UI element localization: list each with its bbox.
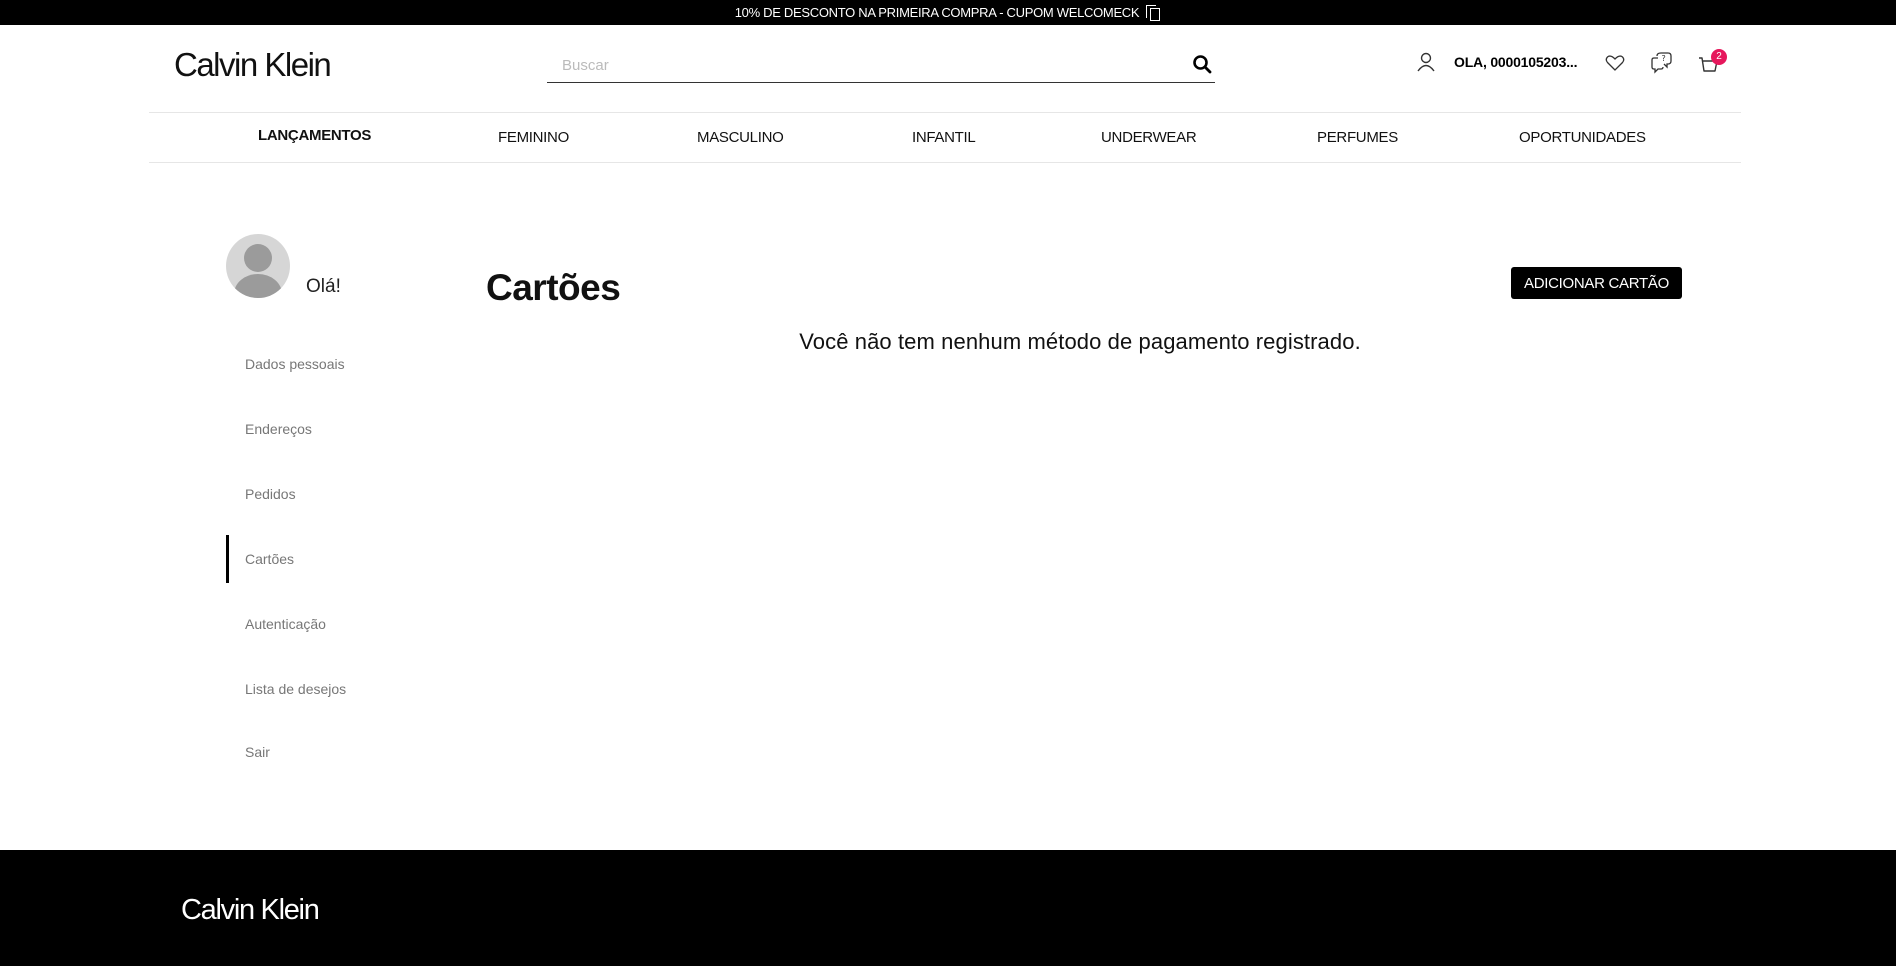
sidebar-greeting: Olá!: [306, 276, 341, 297]
add-card-button[interactable]: ADICIONAR CARTÃO: [1511, 267, 1682, 299]
brand-logo[interactable]: Calvin Klein: [174, 46, 332, 84]
sidebar-item-sair[interactable]: Sair: [226, 728, 426, 776]
user-greeting[interactable]: OLA, 0000105203...: [1454, 54, 1577, 70]
sidebar-item-pedidos[interactable]: Pedidos: [226, 470, 426, 518]
footer-logo: Calvin Klein: [181, 894, 320, 926]
footer: Calvin Klein: [0, 850, 1896, 966]
search-bar: [547, 49, 1215, 83]
promo-bar: 10% DE DESCONTO NA PRIMEIRA COMPRA - CUP…: [0, 0, 1896, 25]
sidebar-item-lista-de-desejos[interactable]: Lista de desejos: [226, 665, 426, 713]
sidebar-item-cartoes[interactable]: Cartões: [226, 535, 426, 583]
sidebar-item-autenticacao[interactable]: Autenticação: [226, 600, 426, 648]
main-nav: LANÇAMENTOS FEMININO MASCULINO INFANTIL …: [149, 112, 1741, 163]
nav-item-perfumes[interactable]: PERFUMES: [1317, 129, 1398, 146]
svg-text:?: ?: [1662, 54, 1666, 63]
empty-state-message: Você não tem nenhum método de pagamento …: [799, 329, 1361, 354]
page-title: Cartões: [486, 267, 621, 308]
search-input[interactable]: [562, 53, 1162, 77]
nav-item-underwear[interactable]: UNDERWEAR: [1101, 129, 1197, 146]
search-icon[interactable]: [1191, 53, 1213, 75]
promo-text: 10% DE DESCONTO NA PRIMEIRA COMPRA - CUP…: [734, 5, 1140, 20]
cart-count-badge: 2: [1711, 49, 1727, 65]
nav-item-lancamentos[interactable]: LANÇAMENTOS: [258, 127, 371, 144]
nav-item-masculino[interactable]: MASCULINO: [697, 129, 784, 146]
nav-item-oportunidades[interactable]: OPORTUNIDADES: [1519, 129, 1646, 146]
nav-item-infantil[interactable]: INFANTIL: [912, 129, 976, 146]
heart-icon[interactable]: [1604, 50, 1626, 76]
nav-item-feminino[interactable]: FEMININO: [498, 129, 569, 146]
copy-icon[interactable]: [1145, 4, 1161, 22]
user-icon[interactable]: [1416, 50, 1436, 76]
help-chat-icon[interactable]: ?: [1649, 50, 1673, 76]
avatar: [226, 234, 290, 298]
sidebar-item-enderecos[interactable]: Endereços: [226, 405, 426, 453]
